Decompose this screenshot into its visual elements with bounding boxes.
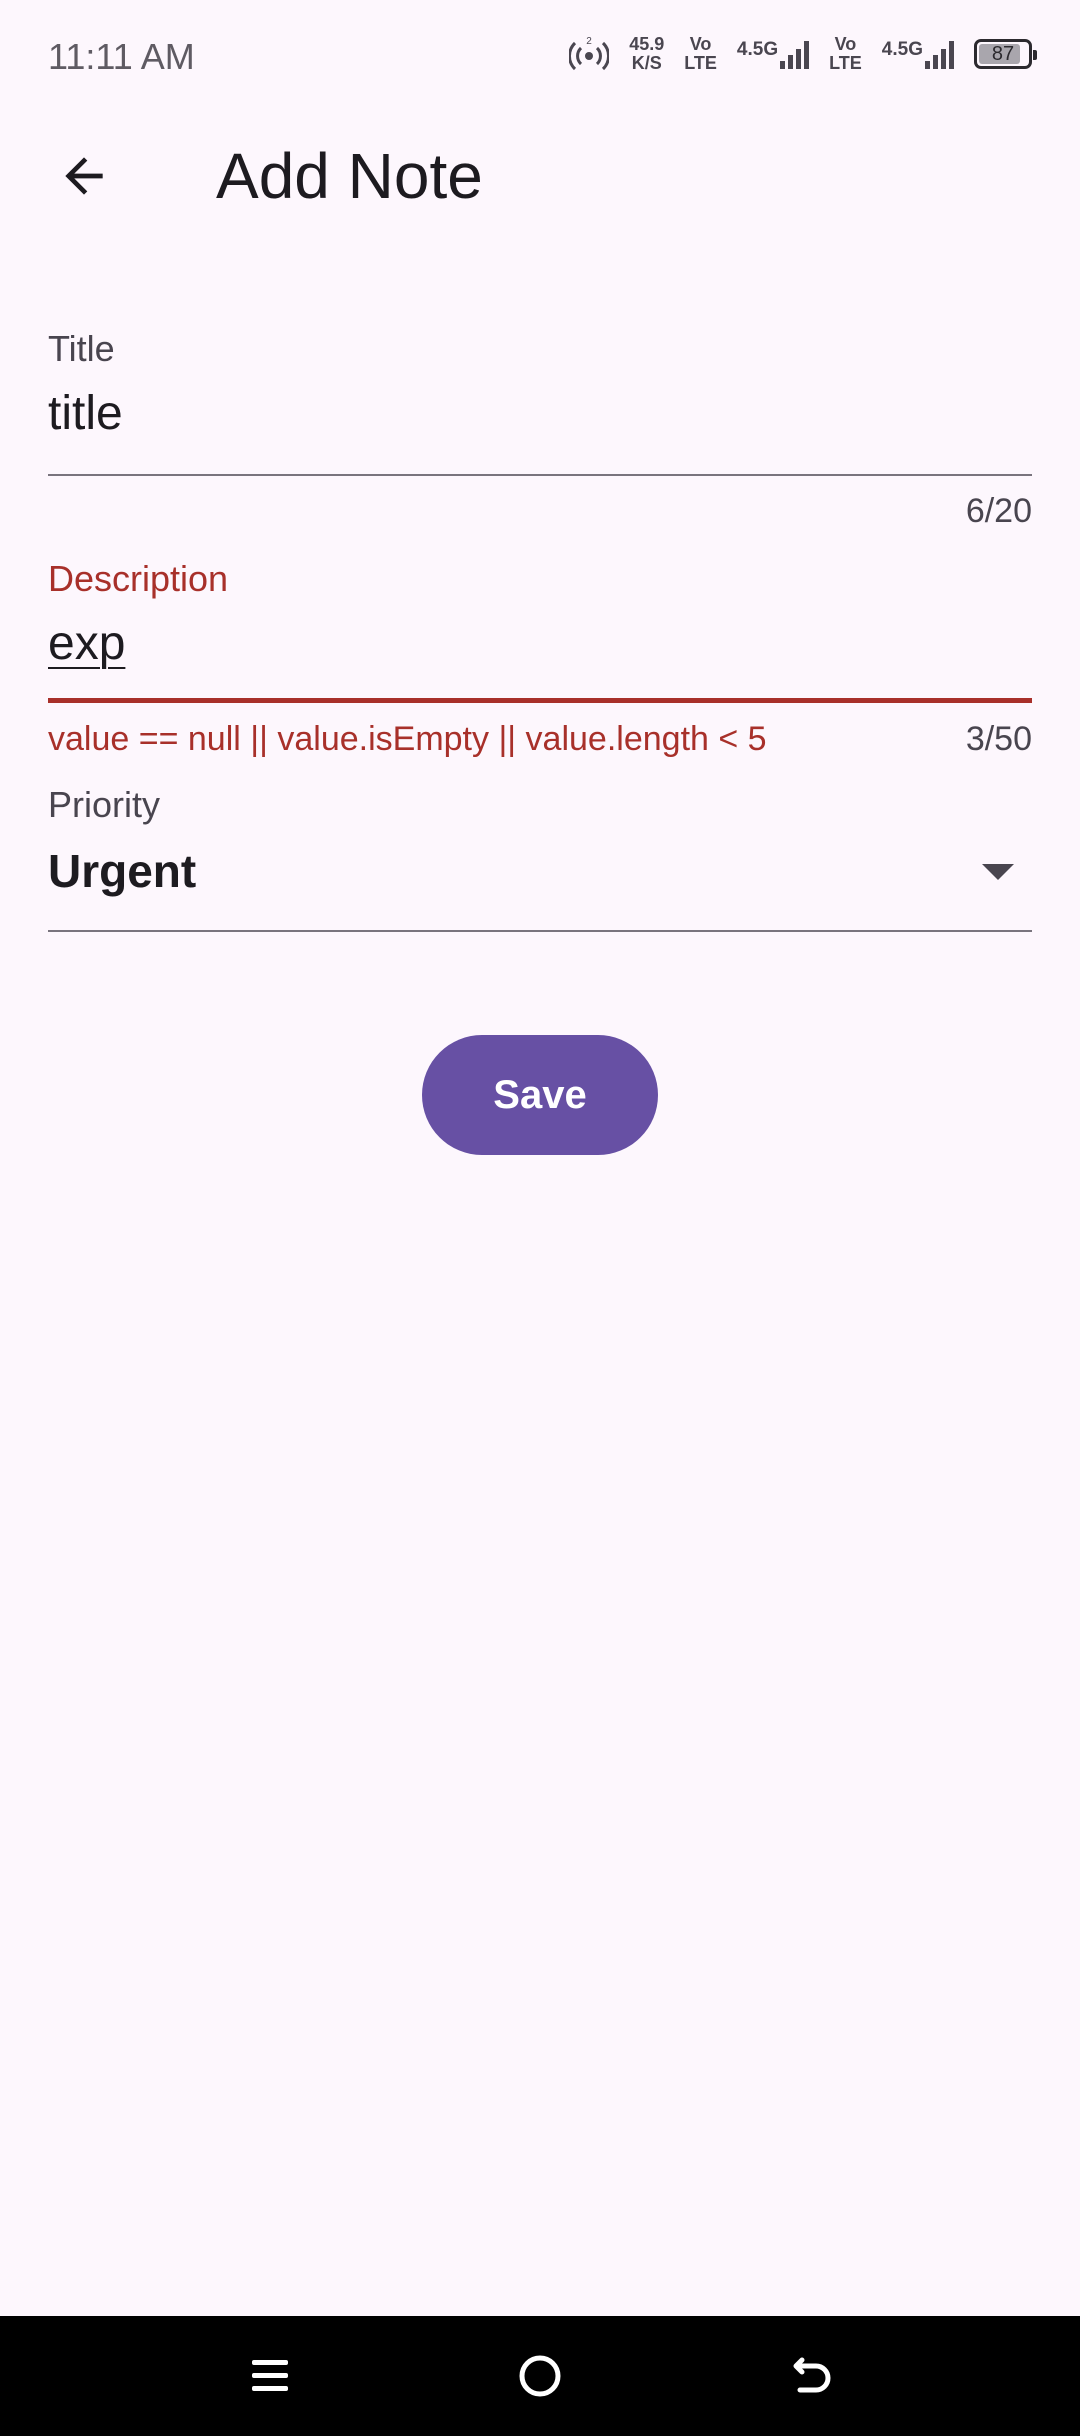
page-title: Add Note: [216, 140, 483, 212]
sim2-signal: 4.5G: [882, 39, 954, 69]
status-bar: 11:11 AM 2 45.9 K/S Vo LTE 4.5G Vo LTE 4…: [0, 0, 1080, 120]
sim1-volte: Vo LTE: [684, 35, 717, 73]
description-input[interactable]: exp: [48, 616, 125, 671]
save-button[interactable]: Save: [422, 1035, 658, 1155]
nav-back-button[interactable]: [772, 2346, 852, 2406]
signal-bars-icon: [925, 39, 954, 69]
battery-icon: 87: [974, 39, 1037, 69]
sim1-volte-top: Vo: [689, 34, 712, 54]
hotspot-count: 2: [586, 36, 592, 47]
nav-menu-button[interactable]: [230, 2346, 310, 2406]
sim2-volte-bottom: LTE: [829, 53, 862, 73]
description-label: Description: [48, 558, 229, 599]
sim2-volte-top: Vo: [834, 34, 857, 54]
title-field[interactable]: Title title 6/20: [48, 320, 1032, 540]
priority-dropdown[interactable]: Priority Urgent: [48, 784, 1032, 934]
signal-bars-icon: [780, 39, 810, 69]
net-speed-unit: K/S: [631, 53, 662, 73]
sim2-volte: Vo LTE: [829, 35, 862, 73]
back-icon: [793, 2357, 831, 2393]
title-underline: [48, 474, 1032, 476]
description-error: value == null || value.isEmpty || value.…: [48, 720, 767, 758]
priority-underline: [48, 930, 1032, 932]
net-speed: 45.9 K/S: [629, 35, 664, 73]
priority-label: Priority: [48, 784, 161, 825]
home-icon: [519, 2355, 561, 2397]
sim1-network-type: 4.5G: [736, 39, 779, 60]
title-counter: 6/20: [965, 492, 1032, 530]
sim1-signal: 4.5G: [736, 39, 810, 69]
battery-level: 87: [991, 42, 1015, 65]
back-button[interactable]: [36, 140, 132, 212]
dropdown-arrow-icon[interactable]: [982, 864, 1014, 880]
title-helper: 6/20: [48, 492, 1032, 531]
description-counter: 3/50: [965, 720, 1032, 758]
sim2-network-type: 4.5G: [881, 39, 923, 60]
description-field[interactable]: Description exp value == null || value.i…: [48, 552, 1032, 782]
menu-icon: [252, 2360, 288, 2391]
status-icons: 2 45.9 K/S Vo LTE 4.5G Vo LTE 4.5G 87: [569, 34, 1037, 74]
title-input[interactable]: title: [48, 386, 123, 441]
status-time: 11:11 AM: [48, 36, 195, 77]
nav-home-button[interactable]: [500, 2346, 580, 2406]
app-bar: Add Note: [0, 120, 1080, 232]
title-label: Title: [48, 328, 115, 369]
priority-selected[interactable]: Urgent: [48, 844, 196, 898]
description-helper: value == null || value.isEmpty || value.…: [48, 720, 1032, 759]
net-speed-value: 45.9: [629, 34, 665, 54]
arrow-back-icon: [65, 157, 103, 195]
sim1-volte-bottom: LTE: [684, 53, 717, 73]
description-underline: [48, 698, 1032, 703]
hotspot-icon: 2: [569, 36, 610, 71]
system-nav-bar: [0, 2316, 1080, 2436]
